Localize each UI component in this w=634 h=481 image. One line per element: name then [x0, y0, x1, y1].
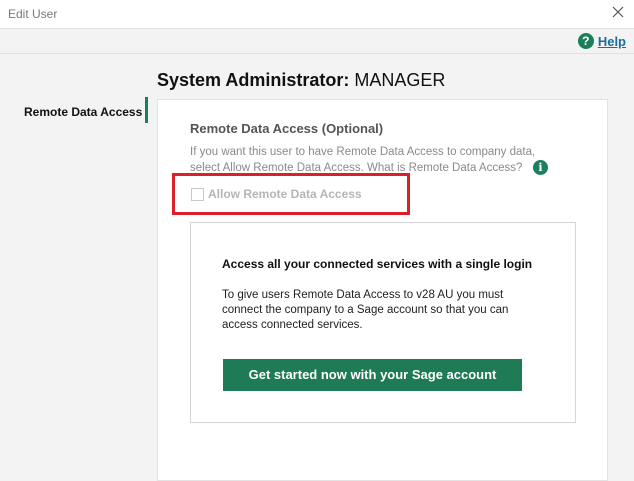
page-title-role: System Administrator: — [157, 70, 350, 90]
sidebar-item-label: Remote Data Access — [24, 105, 143, 119]
page-title-user: MANAGER — [354, 70, 446, 90]
get-started-button[interactable]: Get started now with your Sage account — [223, 359, 522, 391]
help-label: Help — [597, 33, 626, 49]
active-indicator — [145, 97, 148, 123]
help-link[interactable]: ? Help — [577, 33, 626, 49]
close-icon[interactable] — [610, 4, 626, 20]
window-title: Edit User — [8, 7, 58, 21]
section-title: Remote Data Access (Optional) — [190, 121, 384, 136]
card-body: To give users Remote Data Access to v28 … — [222, 289, 509, 331]
card-heading: Access all your connected services with … — [222, 257, 533, 271]
page-title: System Administrator: MANAGER — [157, 70, 445, 91]
help-bar: ? Help — [0, 29, 634, 54]
question-circle-icon: ? — [577, 33, 594, 49]
title-bar: Edit User — [0, 0, 634, 29]
info-icon[interactable]: i — [533, 160, 548, 175]
highlight-box — [172, 173, 410, 215]
section-description: If you want this user to have Remote Dat… — [190, 146, 536, 174]
sidebar: Remote Data Access — [0, 97, 148, 125]
sidebar-item-remote-data-access[interactable]: Remote Data Access — [0, 97, 148, 125]
